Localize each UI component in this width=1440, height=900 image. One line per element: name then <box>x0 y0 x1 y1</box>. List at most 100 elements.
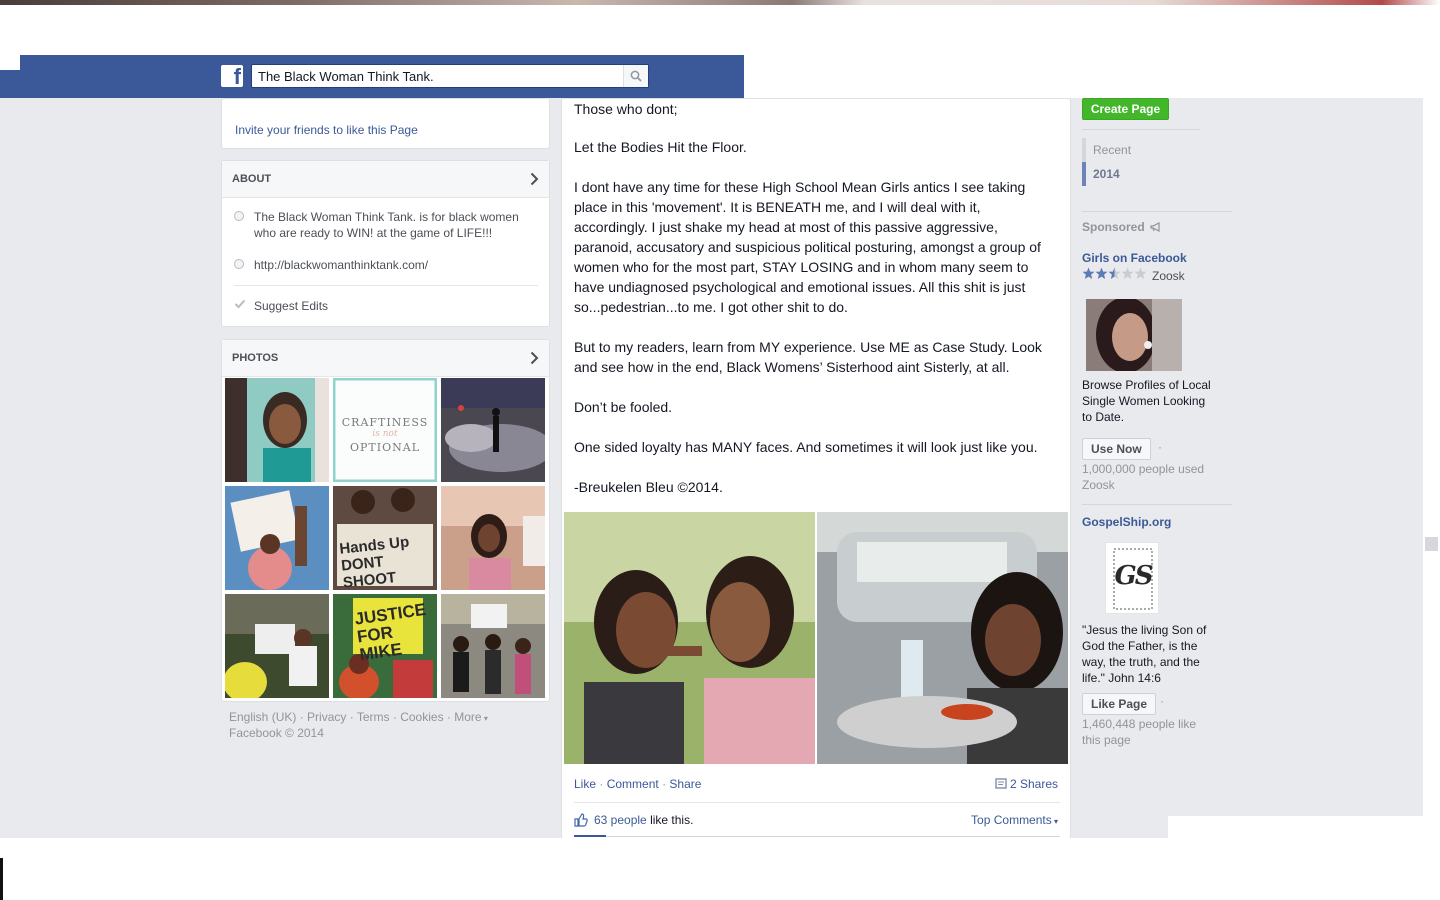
photo-quote-line1: CRAFTINESS <box>341 416 429 429</box>
ad-social-context: 1,460,448 people like this page <box>1082 717 1197 747</box>
scrollbar-thumb[interactable] <box>1425 537 1438 551</box>
footer-cookies-link[interactable]: Cookies <box>400 710 443 724</box>
share-icon <box>995 778 1007 789</box>
photo-thumbnail[interactable] <box>441 594 545 698</box>
post-paragraph: Don’t be fooled. <box>574 399 673 415</box>
facebook-logo-icon[interactable]: f <box>221 65 243 87</box>
photo-thumbnail[interactable]: CRAFTINESS is not OPTIONAL <box>333 378 437 482</box>
post-divider <box>574 802 1060 803</box>
megaphone-icon <box>1150 222 1160 232</box>
caret-down-icon: ▾ <box>1051 817 1058 826</box>
sponsored-heading: Sponsored <box>1082 220 1162 234</box>
right-divider <box>1082 211 1232 212</box>
ad-body-text: "Jesus the living Son of God the Father,… <box>1082 623 1207 685</box>
bottom-edge-mark <box>0 858 3 900</box>
protest-sign-text: Hands Up DONT SHOOT <box>338 533 410 590</box>
search-icon <box>630 70 642 82</box>
bottom-right-blank-area <box>1168 816 1440 900</box>
checkmark-icon <box>234 299 246 309</box>
post-paragraph: Let the Bodies Hit the Floor. <box>574 139 747 155</box>
top-bar-notch <box>0 55 20 70</box>
thumbs-up-icon <box>574 813 588 827</box>
use-now-button[interactable]: Use Now <box>1082 438 1151 460</box>
comment-divider-accent <box>574 835 606 837</box>
photo-thumbnail[interactable] <box>225 486 329 590</box>
like-link[interactable]: Like <box>574 777 596 791</box>
search-input[interactable] <box>252 65 624 87</box>
photo-thumbnail[interactable]: Hands Up DONT SHOOT <box>333 486 437 590</box>
footer-more-link[interactable]: More <box>454 710 481 724</box>
post-paragraph: But to my readers, learn from MY experie… <box>574 339 1042 375</box>
post-card: Those who dont; Let the Bodies Hit the F… <box>561 98 1071 838</box>
post-actions: Like · Comment · Share <box>574 777 702 791</box>
protest-sign-text: JUSTICE FOR MIKE <box>353 599 428 665</box>
rating-stars <box>1082 267 1147 279</box>
chevron-right-icon[interactable] <box>530 351 539 365</box>
shares-count[interactable]: 2 Shares <box>995 777 1058 791</box>
about-description: The Black Woman Think Tank. is for black… <box>254 210 519 240</box>
photo-thumbnail[interactable] <box>441 486 545 590</box>
comment-divider <box>574 836 1060 837</box>
timeline-nav-active <box>1082 162 1086 186</box>
footer-privacy-link[interactable]: Privacy <box>307 710 346 724</box>
ad-logo-image[interactable]: GS <box>1105 542 1159 614</box>
timeline-2014[interactable]: 2014 <box>1093 167 1120 181</box>
suggest-edits-link[interactable]: Suggest Edits <box>254 298 544 314</box>
post-photo[interactable] <box>817 512 1068 764</box>
post-paragraph: One sided loyalty has MANY faces. And so… <box>574 439 1038 455</box>
footer-copyright: Facebook © 2014 <box>229 726 324 740</box>
share-link[interactable]: Share <box>669 777 701 791</box>
ad-body-text: Browse Profiles of Local Single Women Lo… <box>1082 378 1211 424</box>
ad-separator-dot: · <box>1160 694 1164 708</box>
caret-down-icon: ▾ <box>481 714 488 723</box>
chevron-right-icon[interactable] <box>530 172 539 186</box>
photos-card: PHOTOS CRAFTINESS is not OPTIONAL Hands … <box>221 339 550 702</box>
footer-links: English (UK) · Privacy · Terms · Cookies… <box>229 710 488 740</box>
browser-top-strip <box>0 0 1440 5</box>
post-paragraph: I dont have any time for these High Scho… <box>574 179 1041 315</box>
about-card: ABOUT The Black Woman Think Tank. is for… <box>221 160 550 327</box>
photo-quote-line2: is not <box>372 429 398 439</box>
search-box <box>251 64 649 88</box>
ad-social-context: 1,000,000 people used Zoosk <box>1082 462 1205 492</box>
shares-link[interactable]: 2 Shares <box>1010 777 1058 791</box>
create-page-button[interactable]: Create Page <box>1082 98 1169 120</box>
photo-thumbnail[interactable] <box>225 594 329 698</box>
footer-terms-link[interactable]: Terms <box>357 710 390 724</box>
ad-title-link[interactable]: Girls on Facebook <box>1082 251 1187 265</box>
timeline-recent[interactable]: Recent <box>1093 143 1131 157</box>
post-paragraph: -Breukelen Bleu ©2014. <box>574 479 723 495</box>
photos-title: PHOTOS <box>232 352 279 364</box>
ad-brand: Zoosk <box>1152 269 1185 283</box>
globe-icon <box>234 259 244 269</box>
photo-thumbnail[interactable]: JUSTICE FOR MIKE <box>333 594 437 698</box>
post-photo[interactable] <box>564 512 815 764</box>
likes-suffix: like this. <box>650 813 694 827</box>
scrollbar-track[interactable] <box>1423 98 1440 816</box>
photo-thumbnail[interactable] <box>441 378 545 482</box>
invite-friends-link[interactable]: Invite your friends to like this Page <box>235 123 418 137</box>
website-link[interactable]: http://blackwomanthinktank.com/ <box>254 257 544 273</box>
likes-people-link[interactable]: 63 people <box>594 813 647 827</box>
photo-thumbnail[interactable] <box>225 378 329 482</box>
about-header[interactable]: ABOUT <box>222 161 549 198</box>
photos-header[interactable]: PHOTOS <box>222 340 549 377</box>
top-comments-label[interactable]: Top Comments <box>971 813 1052 827</box>
like-page-button[interactable]: Like Page <box>1082 693 1157 715</box>
likes-summary: 63 people like this. <box>574 813 693 827</box>
info-icon <box>234 211 244 221</box>
ad-separator-dot: · <box>1158 440 1162 454</box>
invite-card: Invite your friends to like this Page <box>221 98 550 149</box>
post-paragraph: Those who dont; <box>574 101 678 117</box>
search-button[interactable] <box>623 65 648 87</box>
footer-language-link[interactable]: English (UK) <box>229 710 296 724</box>
comment-link[interactable]: Comment <box>607 777 659 791</box>
about-divider <box>234 285 538 286</box>
sponsored-label: Sponsored <box>1082 220 1145 234</box>
about-title: ABOUT <box>232 173 272 185</box>
gospelship-logo-text: GS <box>1114 561 1154 591</box>
right-divider <box>1082 504 1232 505</box>
ad-image[interactable] <box>1086 299 1182 371</box>
top-comments-dropdown[interactable]: Top Comments ▾ <box>971 813 1058 827</box>
ad-title-link[interactable]: GospelShip.org <box>1082 515 1171 529</box>
